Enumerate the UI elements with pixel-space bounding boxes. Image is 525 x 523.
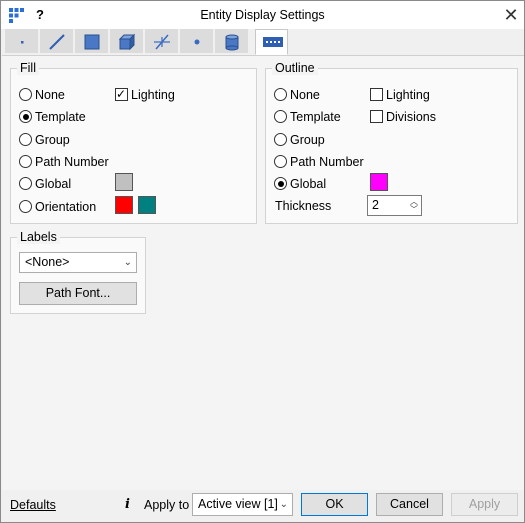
- path-icon: [263, 37, 283, 47]
- tab-elements[interactable]: [145, 29, 178, 53]
- title-bar: ? Entity Display Settings ✕: [1, 1, 524, 29]
- radio-label: None: [290, 88, 320, 102]
- info-icon[interactable]: i: [125, 497, 130, 512]
- tab-lines[interactable]: [40, 29, 73, 53]
- fill-group: Fill None Template Group Path Number Glo…: [10, 61, 257, 224]
- apply-to-combo[interactable]: Active view [1] ⌄: [192, 493, 293, 516]
- radio-button[interactable]: [19, 110, 32, 123]
- surface-icon: [84, 34, 100, 50]
- cylinder-icon: [225, 34, 239, 51]
- checkbox-label: Lighting: [386, 88, 430, 102]
- radio-label: Orientation: [35, 200, 97, 214]
- fill-legend: Fill: [17, 61, 39, 75]
- checkbox[interactable]: [115, 86, 128, 102]
- dialog-window: ? Entity Display Settings ✕ Fill None Te…: [0, 0, 525, 523]
- radio-button[interactable]: [19, 88, 32, 101]
- node-icon: [194, 39, 200, 45]
- checkbox-label: Lighting: [131, 88, 175, 102]
- radio-label: Path Number: [290, 155, 364, 169]
- cancel-button[interactable]: Cancel: [376, 493, 443, 516]
- radio-label: Group: [35, 133, 70, 147]
- radio-label: Group: [290, 133, 325, 147]
- checkbox[interactable]: [370, 88, 383, 101]
- checkbox[interactable]: [370, 110, 383, 123]
- tab-solids[interactable]: [110, 29, 143, 53]
- radio-button[interactable]: [19, 177, 32, 190]
- apply-to-value: Active view [1]: [198, 497, 278, 511]
- chevron-down-icon: ⌄: [279, 499, 288, 510]
- radio-button[interactable]: [19, 133, 32, 146]
- outline-group: Outline None Template Group Path Number …: [265, 61, 518, 224]
- thickness-spinner[interactable]: 2 ︿ ﹀: [367, 195, 422, 216]
- tab-paths[interactable]: [255, 29, 288, 55]
- radio-button[interactable]: [19, 155, 32, 168]
- outline-global-color-swatch[interactable]: [370, 173, 388, 191]
- spin-down-icon[interactable]: ﹀: [410, 206, 418, 214]
- tab-points[interactable]: [5, 29, 38, 53]
- radio-label: None: [35, 88, 65, 102]
- radio-label: Template: [290, 110, 341, 124]
- fill-orientation-color-1-swatch[interactable]: [115, 196, 133, 214]
- ok-button[interactable]: OK: [301, 493, 368, 516]
- radio-button[interactable]: [19, 200, 32, 213]
- mesh-icon: [154, 34, 170, 50]
- line-icon: [49, 34, 65, 50]
- outline-legend: Outline: [272, 61, 318, 75]
- labels-legend: Labels: [17, 230, 60, 244]
- apply-button[interactable]: Apply: [451, 493, 518, 516]
- tab-surfaces[interactable]: [75, 29, 108, 53]
- radio-label: Global: [290, 177, 327, 191]
- radio-label: Path Number: [35, 155, 109, 169]
- apply-to-label: Apply to: [144, 498, 190, 512]
- radio-button[interactable]: [274, 133, 287, 146]
- thickness-label: Thickness: [275, 199, 332, 213]
- radio-button[interactable]: [274, 88, 287, 101]
- tab-nodes[interactable]: [180, 29, 213, 53]
- radio-button[interactable]: [274, 155, 287, 168]
- fill-orientation-color-2-swatch[interactable]: [138, 196, 156, 214]
- tab-properties[interactable]: [215, 29, 248, 53]
- checkbox-label: Divisions: [386, 110, 437, 124]
- point-icon: [21, 41, 24, 44]
- solid-icon: [118, 33, 136, 51]
- fill-global-color-swatch[interactable]: [115, 173, 133, 191]
- thickness-value: 2: [372, 198, 379, 212]
- radio-button[interactable]: [274, 177, 287, 190]
- labels-group: Labels <None> ⌄ Path Font...: [10, 230, 146, 314]
- labels-combo[interactable]: <None> ⌄: [19, 252, 137, 273]
- labels-combo-value: <None>: [25, 255, 70, 269]
- radio-label: Global: [35, 177, 72, 191]
- radio-button[interactable]: [274, 110, 287, 123]
- chevron-down-icon: ⌄: [123, 257, 132, 268]
- defaults-link[interactable]: Defaults: [10, 498, 56, 512]
- close-button[interactable]: ✕: [500, 4, 522, 26]
- path-font-button[interactable]: Path Font...: [19, 282, 137, 305]
- window-title: Entity Display Settings: [200, 8, 325, 22]
- radio-label: Template: [35, 110, 86, 124]
